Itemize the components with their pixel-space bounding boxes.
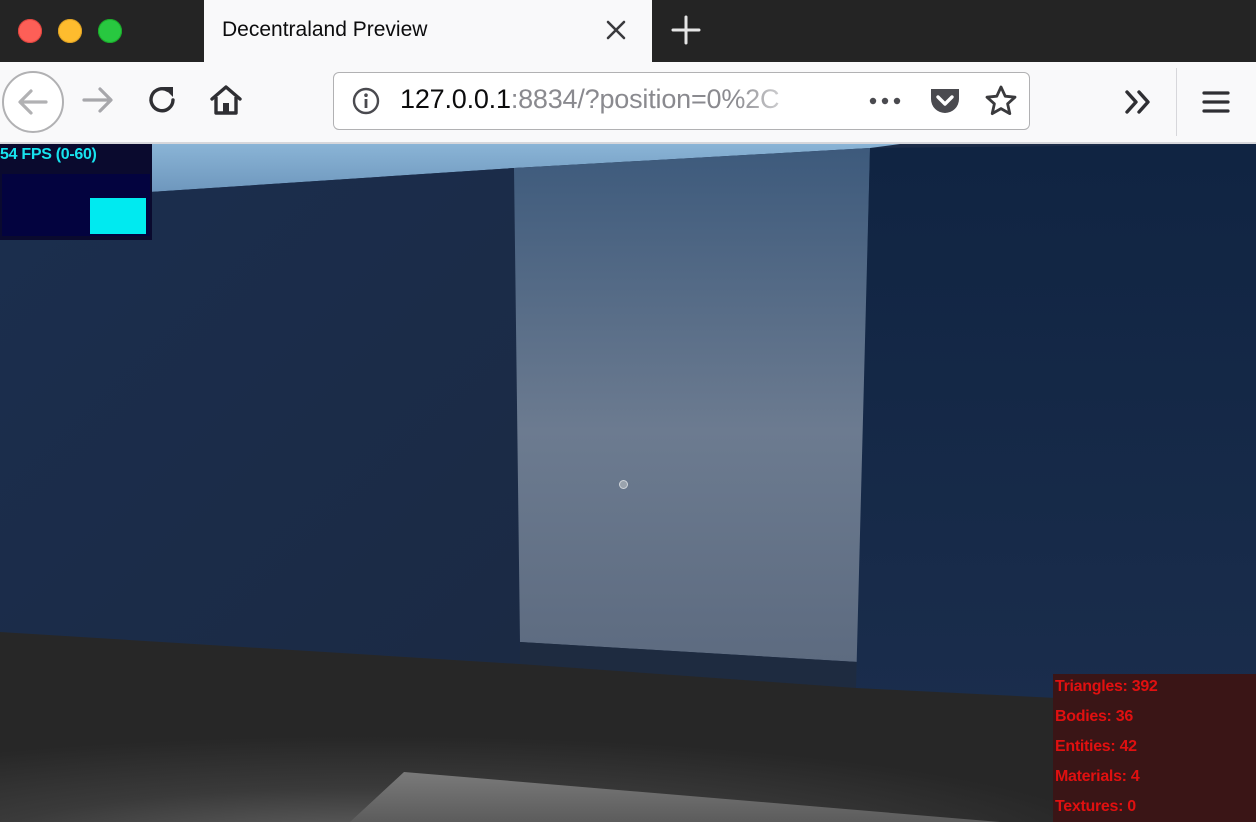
stat-triangles: Triangles: 392 [1055,678,1158,695]
navigation-toolbar: 127.0.0.1:8834/?position=0%2C [0,62,1256,144]
info-icon[interactable] [352,87,380,115]
window-maximize-button[interactable] [98,19,122,43]
stat-textures: Textures: 0 [1055,798,1136,815]
scene-viewport[interactable]: 54 FPS (0-60) Triangles: 392 Bodies: 36 … [0,144,1256,822]
window-minimize-button[interactable] [58,19,82,43]
reload-button[interactable] [140,62,184,142]
active-tab[interactable]: Decentraland Preview [204,0,652,62]
star-icon[interactable] [984,84,1018,118]
url-fade [734,73,814,129]
double-chevron-icon[interactable] [1120,84,1156,120]
address-bar[interactable]: 127.0.0.1:8834/?position=0%2C [333,72,1030,130]
fps-label: 54 FPS (0-60) [0,146,97,163]
stat-bodies: Bodies: 36 [1055,708,1133,725]
toolbar-divider [1176,68,1177,136]
stat-materials: Materials: 4 [1055,768,1140,785]
ellipsis-icon[interactable] [868,88,901,114]
home-button[interactable] [204,62,248,142]
pocket-icon[interactable] [928,85,962,117]
hamburger-icon[interactable] [1198,84,1234,120]
reload-icon [144,82,180,123]
window-close-button[interactable] [18,19,42,43]
home-icon [208,82,244,123]
plus-icon[interactable] [668,12,704,48]
close-icon[interactable] [602,16,630,44]
forward-button[interactable] [76,62,120,142]
tab-bar: Decentraland Preview [0,0,1256,62]
crosshair [619,480,628,489]
tab-title: Decentraland Preview [222,18,428,41]
stats-panel: Triangles: 392 Bodies: 36 Entities: 42 M… [1053,674,1256,822]
url-host: 127.0.0.1 [400,84,511,114]
fps-graph-bars [90,198,146,234]
back-button[interactable] [0,62,66,142]
fps-monitor: 54 FPS (0-60) [0,144,152,240]
arrow-right-icon [80,83,116,122]
stat-entities: Entities: 42 [1055,738,1137,755]
arrow-left-icon [2,71,64,133]
